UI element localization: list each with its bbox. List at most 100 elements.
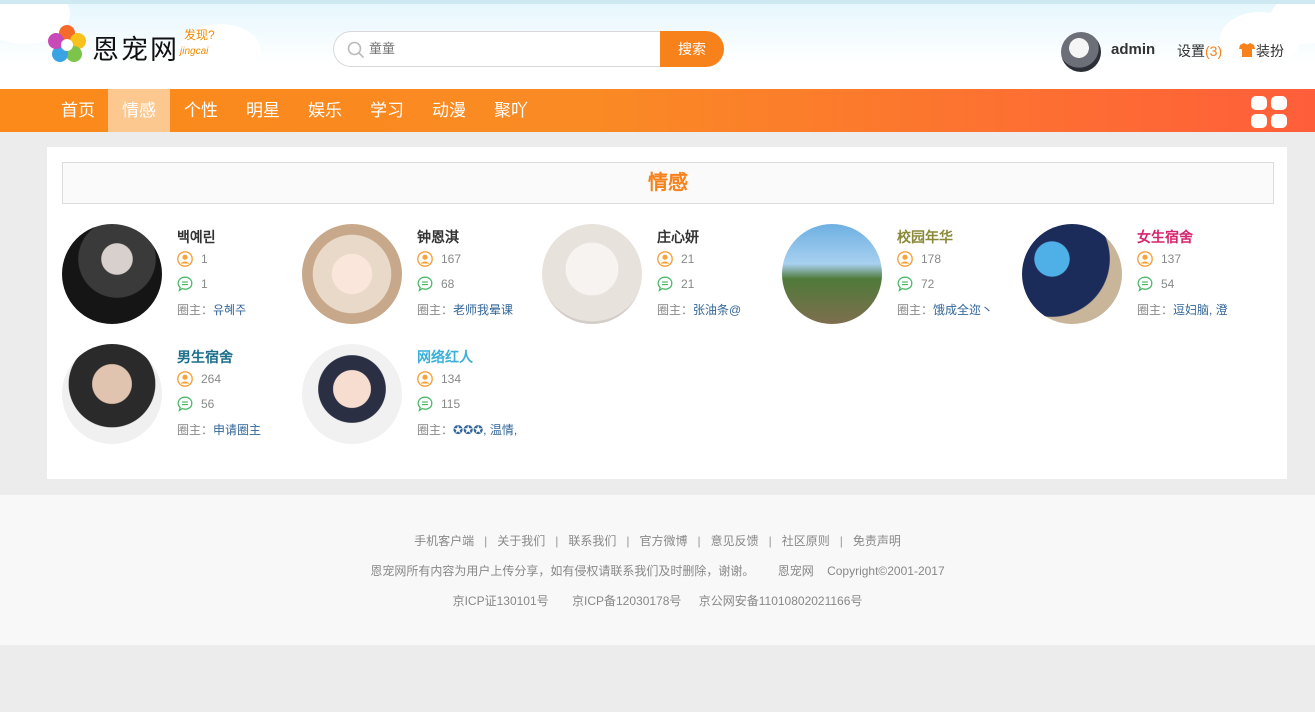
logo-text: 恩宠网 [92,35,179,66]
nav-item-home[interactable]: 首页 [47,89,109,132]
search-input[interactable] [369,41,649,56]
group-avatar[interactable] [302,224,402,324]
footer-separator: | [768,534,772,548]
user-icon [897,251,913,267]
user-icon [417,251,433,267]
owner-link[interactable]: 老师我晕课 [453,303,513,317]
settings-link[interactable]: 设置(3) [1177,41,1222,61]
group-card[interactable]: 钟恩淇 167 68 圈主：老师我晕课 [302,224,537,326]
group-owner: 圈主：逗妇脑, 澄 [1137,301,1257,318]
post-count-value: 56 [201,397,215,411]
main-nav: 首页 情感 个性 明星 娱乐 学习 动漫 聚吖 [0,89,1315,132]
group-owner: 圈主：申请圈主 [177,421,297,438]
owner-link[interactable]: 张油条@ [693,303,741,317]
post-count-value: 72 [921,277,935,291]
footer-link[interactable]: 手机客户端 [414,534,474,548]
footer-notice: 恩宠网所有内容为用户上传分享，如有侵权请联系我们及时删除，谢谢。 [370,564,755,578]
group-name[interactable]: 网络红人 [417,347,473,367]
nav-item-study[interactable]: 学习 [356,89,418,132]
group-name[interactable]: 男生宿舍 [177,347,233,367]
group-avatar[interactable] [302,344,402,444]
footer-link[interactable]: 免责声明 [853,534,901,548]
nav-item-anime[interactable]: 动漫 [418,89,480,132]
section-title: 情感 [62,162,1274,204]
nav-item-gather[interactable]: 聚吖 [480,89,542,132]
footer-brand: 恩宠网 [777,564,814,578]
comment-icon [417,276,433,292]
nav-item-emotion[interactable]: 情感 [108,89,170,132]
dress-up-link[interactable]: 装扮 [1239,41,1284,61]
footer-link[interactable]: 官方微博 [639,534,687,548]
group-owner: 圈主：饿成全迩丶 [897,301,1017,318]
group-avatar[interactable] [62,344,162,444]
grid-menu-icon[interactable] [1251,96,1287,128]
owner-link[interactable]: ✪✪✪, 温情, [453,423,517,437]
footer-link[interactable]: 意见反馈 [711,534,759,548]
comment-icon [177,396,193,412]
group-card[interactable]: 网络红人 134 115 圈主：✪✪✪, 温情, [302,344,537,446]
group-avatar[interactable] [62,224,162,324]
footer-icp-record: 京ICP备12030178号 [572,594,682,608]
group-owner: 圈主：老师我晕课 [417,301,537,318]
dress-up-label: 装扮 [1256,43,1284,59]
member-count-value: 137 [1161,252,1182,266]
comment-icon [1137,276,1153,292]
footer-separator: | [697,534,701,548]
owner-link[interactable]: 申请圈主 [213,423,261,437]
footer-link[interactable]: 联系我们 [568,534,616,548]
site-logo[interactable]: 恩宠网 发现? jingcai [47,22,227,68]
group-avatar[interactable] [782,224,882,324]
nav-item-entertainment[interactable]: 娱乐 [294,89,356,132]
owner-link[interactable]: 饿成全迩丶 [933,303,993,317]
page-header: 恩宠网 发现? jingcai 搜索 admin 设置(3) 装扮 [0,0,1315,89]
settings-count: (3) [1205,43,1223,59]
logo-slogan: 发现? [184,28,215,42]
group-name[interactable]: 백예린 [177,227,216,247]
footer-link[interactable]: 关于我们 [497,534,545,548]
owner-link[interactable]: 逗妇脑, 澄 [1173,303,1228,317]
post-count-value: 54 [1161,277,1175,291]
member-count-value: 167 [441,252,462,266]
group-owner: 圈主：유혜주 [177,301,297,318]
owner-label: 圈主： [1137,303,1174,317]
group-name[interactable]: 女生宿舍 [1137,227,1193,247]
owner-label: 圈主： [897,303,934,317]
group-card[interactable]: 女生宿舍 137 54 圈主：逗妇脑, 澄 [1022,224,1257,326]
member-count-value: 264 [201,372,222,386]
footer-icp-line: 京ICP证130101号 京ICP备12030178号 京公网安备1101080… [0,592,1315,609]
username-link[interactable]: admin [1111,41,1155,58]
owner-label: 圈主： [417,423,454,437]
post-count-value: 68 [441,277,455,291]
footer-separator: | [839,534,843,548]
owner-label: 圈主： [417,303,454,317]
group-name[interactable]: 校园年华 [897,227,953,247]
group-owner: 圈主：✪✪✪, 温情, [417,421,537,438]
footer-police-record: 京公网安备11010802021166号 [698,594,863,608]
group-name[interactable]: 钟恩淇 [417,227,459,247]
group-avatar[interactable] [1022,224,1122,324]
group-name[interactable]: 庄心妍 [657,227,699,247]
search-icon [347,41,365,59]
owner-link[interactable]: 유혜주 [213,303,246,317]
nav-item-personality[interactable]: 个性 [170,89,232,132]
group-avatar[interactable] [542,224,642,324]
user-icon [1137,251,1153,267]
comment-icon [417,396,433,412]
footer-separator: | [484,534,488,548]
member-count-value: 134 [441,372,462,386]
group-card[interactable]: 백예린 1 1 圈主：유혜주 [62,224,297,326]
member-count-value: 178 [921,252,942,266]
content-panel: 情感 백예린 1 1 圈主：유혜주 钟恩淇 167 68 圈主：老师我晕课 庄心妍 21 21 圈主：… [47,147,1287,479]
group-card[interactable]: 庄心妍 21 21 圈主：张油条@ [542,224,777,326]
group-card[interactable]: 校园年华 178 72 圈主：饿成全迩丶 [782,224,1017,326]
post-count-value: 1 [201,277,208,291]
group-card[interactable]: 男生宿舍 264 56 圈主：申请圈主 [62,344,297,446]
comment-icon [177,276,193,292]
footer-link[interactable]: 社区原则 [782,534,830,548]
comment-icon [657,276,673,292]
user-avatar[interactable] [1061,32,1101,72]
search-box [333,31,663,67]
nav-item-stars[interactable]: 明星 [232,89,294,132]
footer-notice-line: 恩宠网所有内容为用户上传分享，如有侵权请联系我们及时删除，谢谢。 恩宠网 Cop… [0,562,1315,579]
search-button[interactable]: 搜索 [660,31,724,67]
